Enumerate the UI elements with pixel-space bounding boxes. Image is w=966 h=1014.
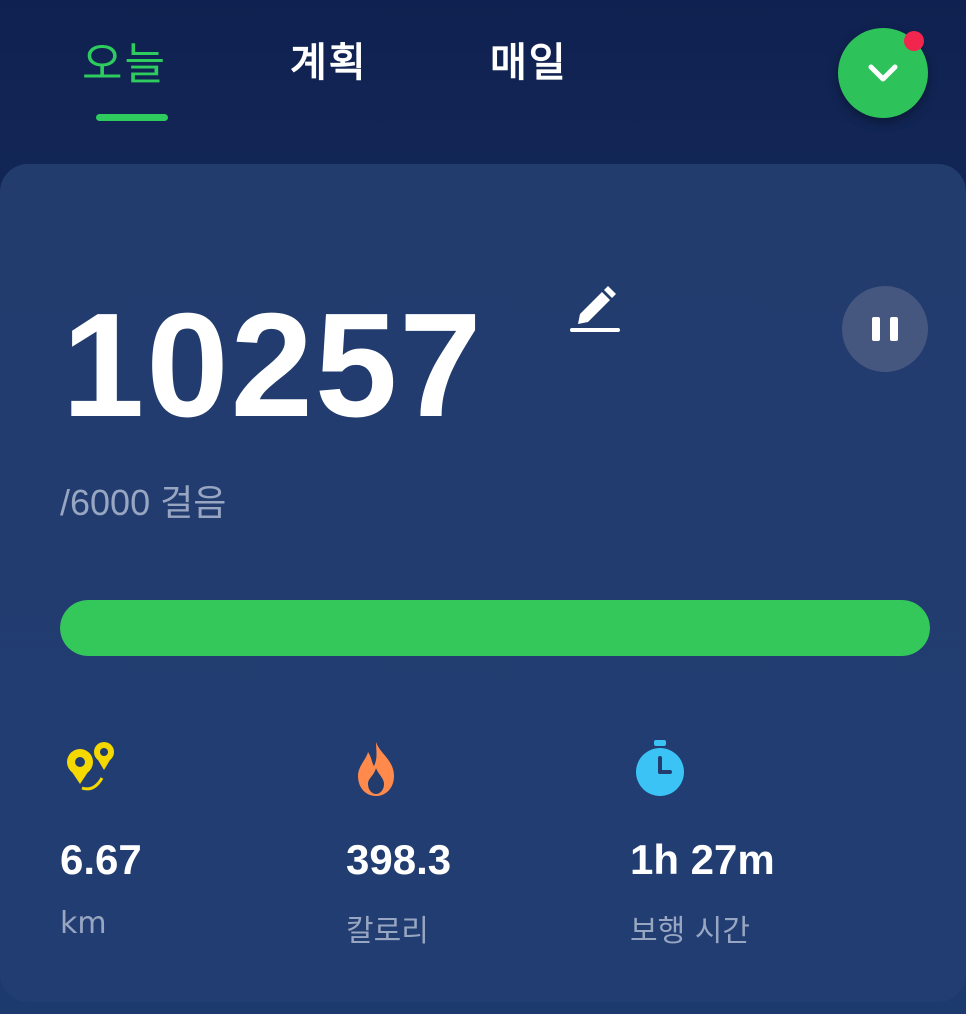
calorie-label: 칼로리	[346, 914, 429, 949]
pencil-edit-icon[interactable]	[566, 276, 624, 334]
pause-icon-bar	[890, 317, 898, 341]
step-goal: /6000 걸음	[60, 482, 227, 523]
chevron-down-icon	[868, 64, 898, 82]
walking-time-stat: 1h 27m 보행 시간	[630, 738, 775, 950]
pause-button[interactable]	[842, 286, 928, 372]
distance-stat: 6.67 km	[60, 738, 142, 941]
step-progress-fill	[60, 600, 930, 656]
active-tab-indicator	[96, 114, 168, 121]
calorie-stat: 398.3 칼로리	[346, 738, 451, 950]
stopwatch-icon	[636, 740, 684, 796]
pause-icon	[872, 317, 880, 341]
calorie-value: 398.3	[346, 836, 452, 883]
step-count: 10257	[62, 283, 484, 448]
walking-time-value: 1h 27m	[630, 836, 775, 883]
tab-today[interactable]: 오늘	[82, 28, 167, 92]
notification-badge	[904, 31, 924, 51]
distance-value: 6.67	[60, 836, 142, 883]
step-progress-bar	[60, 600, 930, 656]
flame-icon	[358, 742, 394, 796]
walking-time-label: 보행 시간	[630, 914, 750, 949]
distance-unit: km	[60, 906, 107, 941]
route-pin-icon	[67, 742, 114, 791]
top-tab-bar: 오늘 계획 매일	[0, 0, 966, 150]
tab-daily[interactable]: 매일	[490, 30, 568, 88]
tab-plan[interactable]: 계획	[290, 30, 368, 88]
steps-summary-card: 10257 /6000 걸음 6.67 km 398.3 칼로리 1h 27m …	[0, 164, 966, 1002]
